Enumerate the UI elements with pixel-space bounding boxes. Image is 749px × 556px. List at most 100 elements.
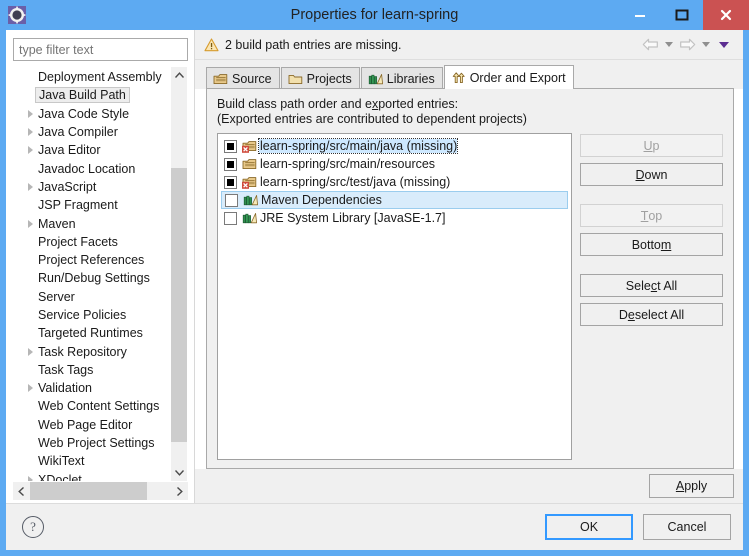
sidebar-item[interactable]: Task Tags xyxy=(14,361,170,379)
navigation-controls xyxy=(642,38,737,51)
sidebar-item[interactable]: Run/Debug Settings xyxy=(14,269,170,287)
warning-icon xyxy=(204,37,222,52)
minimize-button[interactable] xyxy=(619,0,661,30)
tab-label: Libraries xyxy=(386,71,435,86)
dialog-body: Deployment Assembly Java Build Path Java C… xyxy=(6,30,743,503)
expand-arrow-icon[interactable] xyxy=(24,347,37,356)
sidebar-item[interactable]: Javadoc Location xyxy=(14,159,170,177)
order-action-buttons: Up Down Top Botto m Sele c t All De select All xyxy=(580,133,723,460)
scroll-up-arrow-icon[interactable] xyxy=(171,67,187,84)
expand-arrow-icon[interactable] xyxy=(24,475,37,482)
sidebar-item-label: Project References xyxy=(38,253,145,268)
tab-order-and-export[interactable]: Order and Export xyxy=(443,65,574,89)
classpath-entry-row[interactable]: learn-spring/src/test/java (missing) xyxy=(221,173,571,191)
select-all-button-text: Sele xyxy=(625,278,651,293)
sidebar-item[interactable]: Web Page Editor xyxy=(14,416,170,434)
settings-sidebar: Deployment Assembly Java Build Path Java C… xyxy=(6,30,195,503)
sidebar-item[interactable]: XDoclet xyxy=(14,471,170,482)
source-folder-icon xyxy=(242,157,259,171)
close-button[interactable] xyxy=(703,0,749,30)
sidebar-item[interactable]: Maven xyxy=(14,214,170,232)
ok-button[interactable]: OK xyxy=(545,514,633,540)
panel-heading: Build class path order and exported entr… xyxy=(217,97,723,112)
select-all-button-text: t All xyxy=(657,278,678,293)
expand-arrow-icon[interactable] xyxy=(24,182,37,191)
expand-arrow-icon[interactable] xyxy=(24,146,37,155)
tab-source[interactable]: Source xyxy=(206,67,280,89)
sidebar-scroll-thumb[interactable] xyxy=(171,167,187,442)
classpath-entry-row[interactable]: Maven Dependencies xyxy=(221,191,568,209)
expand-arrow-icon[interactable] xyxy=(24,384,37,393)
sidebar-hscroll-thumb[interactable] xyxy=(30,482,148,500)
source-folder-missing-icon xyxy=(242,175,259,189)
sidebar-item[interactable]: Project References xyxy=(14,251,170,269)
filter-input[interactable] xyxy=(13,38,188,61)
sidebar-vertical-scrollbar[interactable] xyxy=(170,67,187,482)
maximize-button[interactable] xyxy=(661,0,703,30)
sidebar-item[interactable]: WikiText xyxy=(14,452,170,470)
chevron-down-purple-icon[interactable] xyxy=(719,41,729,48)
tab-strip[interactable]: Source Projects Libraries Order and Export xyxy=(195,60,743,89)
classpath-entry-list[interactable]: learn-spring/src/main/java (missing) lear… xyxy=(217,133,572,460)
scroll-right-arrow-icon[interactable] xyxy=(171,482,188,500)
down-button[interactable]: Down xyxy=(580,163,723,186)
sidebar-item[interactable]: Validation xyxy=(14,379,170,397)
sidebar-item[interactable]: Targeted Runtimes xyxy=(14,324,170,342)
scroll-left-arrow-icon[interactable] xyxy=(13,482,30,500)
sidebar-item[interactable]: Java Code Style xyxy=(14,105,170,123)
sidebar-hscroll-track[interactable] xyxy=(30,482,171,500)
sidebar-item[interactable]: Service Policies xyxy=(14,306,170,324)
expand-arrow-icon[interactable] xyxy=(24,219,37,228)
tab-libraries[interactable]: Libraries xyxy=(360,67,443,89)
sidebar-item-label: Web Project Settings xyxy=(38,436,155,451)
entry-export-checkbox[interactable] xyxy=(224,139,237,153)
chevron-down-icon-forward[interactable] xyxy=(702,42,710,47)
bottom-button-text: m xyxy=(660,237,672,252)
sidebar-item[interactable]: Java Build Path xyxy=(14,86,170,104)
title-bar[interactable]: Properties for learn-spring xyxy=(6,0,749,30)
cancel-button[interactable]: Cancel xyxy=(643,514,731,540)
entry-label: learn-spring/src/test/java (missing) xyxy=(260,175,451,189)
arrow-right-icon[interactable] xyxy=(679,38,696,51)
arrow-left-icon[interactable] xyxy=(642,38,659,51)
sidebar-horizontal-scrollbar[interactable] xyxy=(13,482,188,500)
sidebar-item[interactable]: Task Repository xyxy=(14,342,170,360)
entry-export-checkbox[interactable] xyxy=(224,211,237,225)
entry-export-checkbox[interactable] xyxy=(225,193,238,207)
entry-export-checkbox[interactable] xyxy=(224,157,237,171)
entry-export-checkbox[interactable] xyxy=(224,175,237,189)
expand-arrow-icon[interactable] xyxy=(24,109,37,118)
tab-label: Order and Export xyxy=(469,70,566,85)
question-mark-icon[interactable]: ? xyxy=(22,516,44,538)
sidebar-item[interactable]: Project Facets xyxy=(14,233,170,251)
settings-tree[interactable]: Deployment Assembly Java Build Path Java C… xyxy=(14,67,170,482)
scroll-down-arrow-icon[interactable] xyxy=(171,464,187,482)
sidebar-item[interactable]: Web Content Settings xyxy=(14,397,170,415)
select-all-button[interactable]: Sele c t All xyxy=(580,274,723,297)
expand-arrow-icon[interactable] xyxy=(24,128,37,137)
panel-heading-post: ported entries: xyxy=(378,97,459,111)
panel-heading-pre: Build class path order and e xyxy=(217,97,372,111)
down-button-text: D xyxy=(635,167,645,182)
chevron-down-icon-back[interactable] xyxy=(665,42,673,47)
sidebar-item[interactable]: Web Project Settings xyxy=(14,434,170,452)
bottom-button[interactable]: Botto m xyxy=(580,233,723,256)
source-folder-icon xyxy=(213,72,228,86)
tab-projects[interactable]: Projects xyxy=(280,67,360,89)
sidebar-item[interactable]: Java Editor xyxy=(14,141,170,159)
deselect-all-button[interactable]: De select All xyxy=(580,303,723,326)
sidebar-item[interactable]: Deployment Assembly xyxy=(14,68,170,86)
message-text: 2 build path entries are missing. xyxy=(225,37,402,52)
classpath-entry-row[interactable]: learn-spring/src/main/resources xyxy=(221,155,571,173)
sidebar-item-label: Task Tags xyxy=(38,362,94,377)
classpath-entry-row[interactable]: JRE System Library [JavaSE-1.7] xyxy=(221,209,571,227)
classpath-entry-row[interactable]: learn-spring/src/main/java (missing) xyxy=(221,137,571,155)
bottom-button-text: Botto xyxy=(631,237,661,252)
sidebar-item[interactable]: JSP Fragment xyxy=(14,196,170,214)
apply-button[interactable]: Apply xyxy=(649,474,734,498)
sidebar-scroll-track[interactable] xyxy=(171,84,187,465)
sidebar-item[interactable]: JavaScript xyxy=(14,178,170,196)
sidebar-item[interactable]: Server xyxy=(14,288,170,306)
sidebar-item[interactable]: Java Compiler xyxy=(14,123,170,141)
up-button: Up xyxy=(580,134,723,157)
